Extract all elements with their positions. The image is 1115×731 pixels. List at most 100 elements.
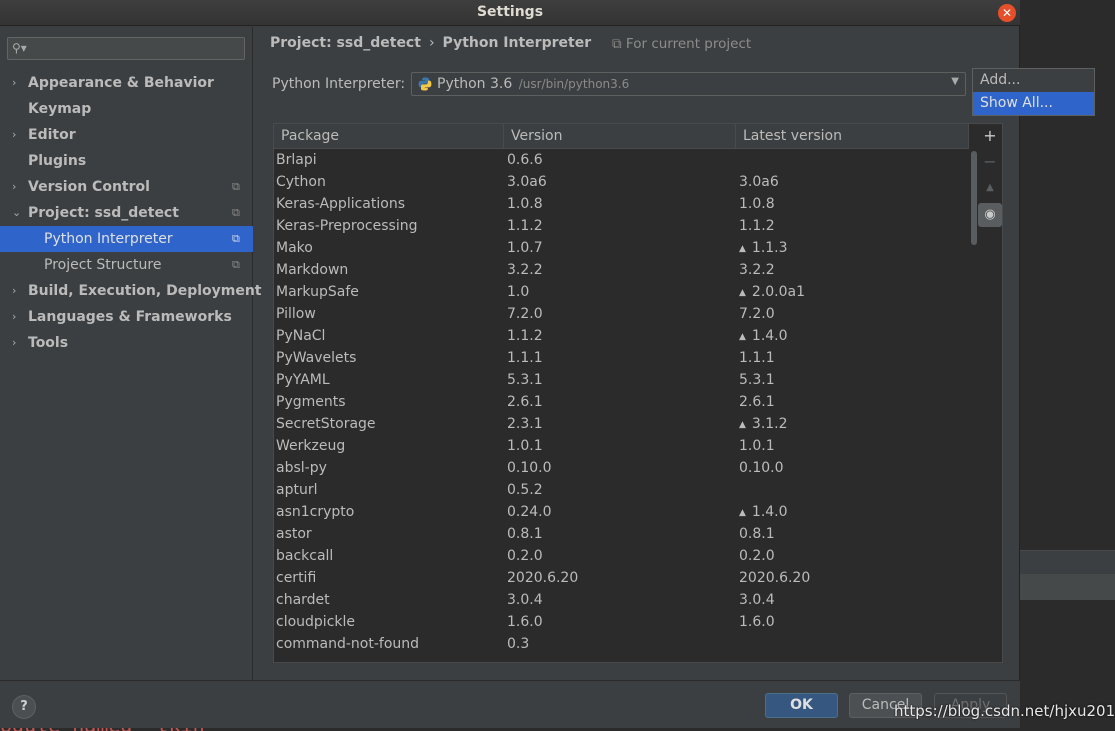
package-version: 0.5.2	[507, 482, 543, 498]
table-row[interactable]: backcall 0.2.0 0.2.0	[274, 545, 969, 567]
package-name: PyNaCl	[276, 328, 326, 344]
package-version: 1.0	[507, 284, 530, 300]
package-version: 0.6.6	[507, 152, 543, 168]
package-name: Werkzeug	[276, 438, 346, 454]
package-name: Markdown	[276, 262, 349, 278]
sidebar-item-tools[interactable]: › Tools	[0, 330, 253, 356]
sidebar-item-plugins[interactable]: Plugins	[0, 148, 253, 174]
package-version: 1.0.8	[507, 196, 543, 212]
table-row[interactable]: Werkzeug 1.0.1 1.0.1	[274, 435, 969, 457]
sidebar-item-version-control[interactable]: › Version Control ⧉	[0, 174, 253, 200]
table-scrollbar[interactable]	[969, 149, 979, 662]
breadcrumb-separator: ›	[428, 35, 435, 51]
sidebar-item-project-ssd-detect[interactable]: ⌄ Project: ssd_detect ⧉	[0, 200, 253, 226]
sidebar-item-keymap[interactable]: Keymap	[0, 96, 253, 122]
latest-version-text: 1.1.1	[739, 350, 775, 366]
table-row[interactable]: asn1crypto 0.24.0 ▲ 1.4.0	[274, 501, 969, 523]
sidebar-item-label: Editor	[28, 127, 76, 143]
upgrade-available-icon: ▲	[739, 332, 746, 342]
chevron-right-icon[interactable]: ›	[12, 304, 16, 330]
scrollbar-thumb[interactable]	[971, 151, 977, 245]
package-version: 1.0.7	[507, 240, 543, 256]
sidebar-item-languages-frameworks[interactable]: › Languages & Frameworks	[0, 304, 253, 330]
table-row[interactable]: Keras-Preprocessing 1.1.2 1.1.2	[274, 215, 969, 237]
table-row[interactable]: Pygments 2.6.1 2.6.1	[274, 391, 969, 413]
table-row[interactable]: PyWavelets 1.1.1 1.1.1	[274, 347, 969, 369]
table-row[interactable]: PyYAML 5.3.1 5.3.1	[274, 369, 969, 391]
table-row[interactable]: SecretStorage 2.3.1 ▲ 3.1.2	[274, 413, 969, 435]
table-row[interactable]: PyNaCl 1.1.2 ▲ 1.4.0	[274, 325, 969, 347]
chevron-right-icon[interactable]: ›	[12, 330, 16, 356]
package-version: 0.2.0	[507, 548, 543, 564]
table-row[interactable]: cloudpickle 1.6.0 1.6.0	[274, 611, 969, 633]
project-scope-icon: ⧉	[232, 206, 240, 219]
search-icon: ⚲▾	[12, 41, 27, 55]
show-all-interpreters-option[interactable]: Show All...	[973, 92, 1094, 115]
table-row[interactable]: Markdown 3.2.2 3.2.2	[274, 259, 969, 281]
table-row[interactable]: certifi 2020.6.20 2020.6.20	[274, 567, 969, 589]
table-row[interactable]: Keras-Applications 1.0.8 1.0.8	[274, 193, 969, 215]
show-early-releases-button[interactable]: ◉	[978, 203, 1002, 227]
package-latest-version: ▲ 3.1.2	[739, 413, 788, 436]
project-scope-icon: ⧉	[232, 232, 240, 245]
package-latest-version: 3.0a6	[739, 171, 779, 193]
latest-version-text: 2020.6.20	[739, 570, 811, 586]
background-panel-header	[1020, 550, 1115, 574]
close-button[interactable]: ✕	[998, 4, 1016, 22]
table-row[interactable]: Cython 3.0a6 3.0a6	[274, 171, 969, 193]
chevron-right-icon[interactable]: ›	[12, 174, 16, 200]
remove-package-button[interactable]: −	[978, 150, 1002, 174]
table-row[interactable]: Mako 1.0.7 ▲ 1.1.3	[274, 237, 969, 259]
latest-version-text: 1.4.0	[751, 328, 788, 344]
help-button[interactable]: ?	[12, 695, 36, 719]
package-latest-version: 1.0.8	[739, 193, 775, 215]
latest-version-text: 0.2.0	[739, 548, 775, 564]
close-icon: ✕	[1001, 6, 1013, 20]
add-package-button[interactable]: +	[978, 124, 1002, 148]
upgrade-available-icon: ▲	[739, 244, 746, 254]
project-scope-icon: ⧉	[232, 180, 240, 193]
table-row[interactable]: astor 0.8.1 0.8.1	[274, 523, 969, 545]
table-row[interactable]: MarkupSafe 1.0 ▲ 2.0.0a1	[274, 281, 969, 303]
package-latest-version: 5.3.1	[739, 369, 775, 391]
package-version: 3.2.2	[507, 262, 543, 278]
latest-version-text: 2.0.0a1	[751, 284, 806, 300]
add-interpreter-option[interactable]: Add...	[973, 69, 1094, 92]
column-header-latest-version[interactable]: Latest version	[736, 124, 969, 149]
sidebar-item-project-structure[interactable]: Project Structure ⧉	[0, 252, 253, 278]
table-row[interactable]: Brlapi 0.6.6	[274, 149, 969, 171]
column-header-version[interactable]: Version	[504, 124, 736, 149]
sidebar-item-editor[interactable]: › Editor	[0, 122, 253, 148]
sidebar-item-build-execution-deployment[interactable]: › Build, Execution, Deployment	[0, 278, 262, 304]
table-row[interactable]: command-not-found 0.3	[274, 633, 969, 655]
table-row[interactable]: absl-py 0.10.0 0.10.0	[274, 457, 969, 479]
package-version: 0.3	[507, 636, 530, 652]
package-name: certifi	[276, 570, 317, 586]
package-name: Pillow	[276, 306, 316, 322]
column-header-package[interactable]: Package	[274, 124, 504, 149]
sidebar-item-label: Version Control	[28, 179, 150, 195]
table-row[interactable]: apturl 0.5.2	[274, 479, 969, 501]
table-row[interactable]: Pillow 7.2.0 7.2.0	[274, 303, 969, 325]
upgrade-package-button[interactable]: ▲	[978, 176, 1002, 200]
package-latest-version: 0.8.1	[739, 523, 775, 545]
settings-sidebar: ⚲▾ › Appearance & Behavior Keymap › Editor Pl…	[0, 27, 262, 680]
package-name: Mako	[276, 240, 313, 256]
package-name: Keras-Preprocessing	[276, 218, 418, 234]
search-input[interactable]: ⚲▾	[7, 37, 245, 60]
sidebar-item-python-interpreter[interactable]: Python Interpreter ⧉	[0, 226, 253, 252]
sidebar-item-label: Plugins	[28, 153, 87, 169]
package-version: 3.0a6	[507, 174, 547, 190]
chevron-down-icon[interactable]: ⌄	[12, 200, 21, 226]
interpreter-path: /usr/bin/python3.6	[518, 77, 630, 91]
chevron-right-icon[interactable]: ›	[12, 122, 16, 148]
sidebar-item-appearance-behavior[interactable]: › Appearance & Behavior	[0, 70, 253, 96]
interpreter-select[interactable]: Python 3.6 /usr/bin/python3.6 ▼	[411, 72, 966, 96]
interpreter-label: Python Interpreter:	[272, 76, 406, 92]
package-name: Cython	[276, 174, 326, 190]
chevron-right-icon[interactable]: ›	[12, 278, 16, 304]
ok-button[interactable]: OK	[765, 693, 838, 718]
python-icon	[418, 77, 432, 91]
table-row[interactable]: chardet 3.0.4 3.0.4	[274, 589, 969, 611]
chevron-right-icon[interactable]: ›	[12, 70, 16, 96]
